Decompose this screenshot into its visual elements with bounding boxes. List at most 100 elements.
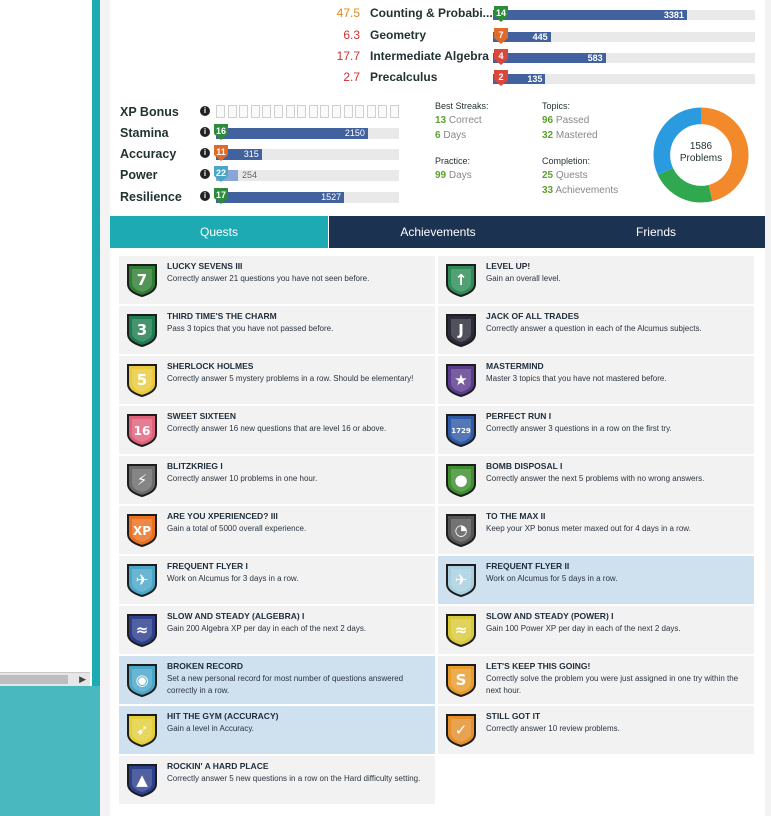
sweet-sixteen-badge-icon: 16 xyxy=(127,414,157,448)
xp-bonus-segment xyxy=(274,105,283,118)
quest-title: PERFECT RUN I xyxy=(486,411,552,421)
quest-card[interactable]: ↑ LEVEL UP! Gain an overall level. xyxy=(438,256,754,304)
archer-badge-icon: ➶ xyxy=(127,714,157,748)
svg-text:★: ★ xyxy=(454,371,467,389)
quest-card[interactable]: ≈ SLOW AND STEADY (ALGEBRA) I Gain 200 Alg… xyxy=(119,606,435,654)
subject-score: 47.5 xyxy=(336,6,360,20)
subject-row[interactable]: 2.7 Precalculus 135 2 xyxy=(330,70,770,86)
xp-bonus-segment xyxy=(216,105,225,118)
subject-row[interactable]: 17.7 Intermediate Algebra 583 4 xyxy=(330,49,770,65)
info-icon[interactable]: i xyxy=(200,191,210,201)
xp-bonus-segment xyxy=(285,105,295,118)
quest-card[interactable]: 3 THIRD TIME'S THE CHARM Pass 3 topics tha… xyxy=(119,306,435,354)
quest-card[interactable]: ★ MASTERMIND Master 3 topics that you have… xyxy=(438,356,754,404)
quest-description: Gain 100 Power XP per day in each of the… xyxy=(486,624,681,633)
quest-description: Keep your XP bonus meter maxed out for 4… xyxy=(486,524,691,533)
snake-badge-icon: S xyxy=(446,664,476,698)
quest-description: Gain an overall level. xyxy=(486,274,561,283)
info-icon[interactable]: i xyxy=(200,148,210,158)
profile-tabs: Quests Achievements Friends xyxy=(110,216,765,248)
quest-description: Correctly answer 10 review problems. xyxy=(486,724,620,733)
subject-xp-bar: 445 xyxy=(493,32,755,42)
quest-description: Gain a level in Accuracy. xyxy=(167,724,255,733)
quest-card[interactable]: 7 LUCKY SEVENS III Correctly answer 21 que… xyxy=(119,256,435,304)
tab-quests[interactable]: Quests xyxy=(110,216,328,248)
xp-bonus-segment xyxy=(343,105,353,118)
subject-xp-bar: 3381 xyxy=(493,10,755,20)
quest-card[interactable]: ✓ STILL GOT IT Correctly answer 10 review … xyxy=(438,706,754,754)
streak-days: 6 Days xyxy=(435,130,467,141)
gauge-badge-icon: ◔ xyxy=(446,514,476,548)
quest-title: ROCKIN' A HARD PLACE xyxy=(167,761,269,771)
subject-name: Intermediate Algebra xyxy=(370,49,489,63)
xp-bonus-segment xyxy=(250,105,260,118)
quest-card[interactable]: ✈ FREQUENT FLYER II Work on Alcumus for 5 … xyxy=(438,556,754,604)
quest-card[interactable]: ◉ BROKEN RECORD Set a new personal record … xyxy=(119,656,435,704)
quest-title: LET'S KEEP THIS GOING! xyxy=(486,661,591,671)
quest-description: Master 3 topics that you have not master… xyxy=(486,374,667,383)
svg-text:↑: ↑ xyxy=(455,271,468,289)
quest-card[interactable]: ◔ TO THE MAX II Keep your XP bonus meter m… xyxy=(438,506,754,554)
quest-card[interactable]: ● BOMB DISPOSAL I Correctly answer the nex… xyxy=(438,456,754,504)
power-bar: 254 xyxy=(216,170,399,181)
info-icon[interactable]: i xyxy=(200,169,210,179)
svg-text:◔: ◔ xyxy=(454,521,467,539)
horizontal-scrollbar[interactable]: ▶ xyxy=(0,672,90,686)
power-label: Power xyxy=(120,168,158,182)
quest-title: SLOW AND STEADY (ALGEBRA) I xyxy=(167,611,305,621)
scroll-right-arrow-icon[interactable]: ▶ xyxy=(79,674,86,685)
level-up-badge-icon: ↑ xyxy=(446,264,476,298)
quest-card[interactable]: ⚡ BLITZKRIEG I Correctly answer 10 problem… xyxy=(119,456,435,504)
xp-bonus-segment xyxy=(390,105,399,118)
svg-text:✈: ✈ xyxy=(136,571,149,589)
practice-heading: Practice: xyxy=(435,156,471,166)
svg-text:S: S xyxy=(456,671,467,689)
topics-heading: Topics: xyxy=(542,101,571,111)
xp-bonus-segment xyxy=(332,105,341,118)
perfect-run-badge-icon: 1729 xyxy=(446,414,476,448)
quest-card[interactable]: ≈ SLOW AND STEADY (POWER) I Gain 100 Power… xyxy=(438,606,754,654)
xp-bonus-segment xyxy=(366,105,376,118)
scrollbar-thumb[interactable] xyxy=(0,675,68,684)
accuracy-row: Accuracy i 315 11 xyxy=(120,145,400,163)
subject-row[interactable]: 6.3 Geometry 445 7 xyxy=(330,28,770,44)
record-badge-icon: ◉ xyxy=(127,664,157,698)
magnifier-badge-icon: 5 xyxy=(127,364,157,398)
info-icon[interactable]: i xyxy=(200,127,210,137)
svg-text:●: ● xyxy=(454,471,467,489)
subject-row[interactable]: 47.5 Counting & Probabi... 3381 14 xyxy=(330,6,770,22)
quest-title: TO THE MAX II xyxy=(486,511,546,521)
quest-title: ARE YOU XPERIENCED? III xyxy=(167,511,278,521)
subject-score: 2.7 xyxy=(343,70,360,84)
svg-text:16: 16 xyxy=(134,424,151,438)
quest-card[interactable]: S LET'S KEEP THIS GOING! Correctly solve t… xyxy=(438,656,754,704)
quest-card[interactable]: ▲ ROCKIN' A HARD PLACE Correctly answer 5 … xyxy=(119,756,435,804)
quest-card[interactable]: 5 SHERLOCK HOLMES Correctly answer 5 myste… xyxy=(119,356,435,404)
quest-card[interactable]: XP ARE YOU XPERIENCED? III Gain a total of… xyxy=(119,506,435,554)
streak-correct: 13 Correct xyxy=(435,115,482,126)
svg-text:J: J xyxy=(457,321,464,339)
quest-card[interactable]: 16 SWEET SIXTEEN Correctly answer 16 new q… xyxy=(119,406,435,454)
info-icon[interactable]: i xyxy=(200,106,210,116)
completion-heading: Completion: xyxy=(542,156,591,166)
xp-bonus-label: XP Bonus xyxy=(120,105,179,119)
tab-achievements[interactable]: Achievements xyxy=(329,216,547,248)
svg-text:5: 5 xyxy=(137,371,147,389)
stamina-bar-fill: 2150 xyxy=(216,128,368,139)
xp-bonus-segment xyxy=(355,105,365,118)
quest-description: Correctly answer 16 new questions that a… xyxy=(167,424,387,433)
quest-card[interactable]: 1729 PERFECT RUN I Correctly answer 3 ques… xyxy=(438,406,754,454)
xp-badge-icon: XP xyxy=(127,514,157,548)
quest-card[interactable]: ➶ HIT THE GYM (ACCURACY) Gain a level in A… xyxy=(119,706,435,754)
clover-badge-icon: 3 xyxy=(127,314,157,348)
quest-card[interactable]: J JACK OF ALL TRADES Correctly answer a qu… xyxy=(438,306,754,354)
xp-bonus-segment xyxy=(262,105,272,118)
quest-title: LUCKY SEVENS III xyxy=(167,261,243,271)
lucky-seven-badge-icon: 7 xyxy=(127,264,157,298)
tab-friends[interactable]: Friends xyxy=(547,216,765,248)
quest-description: Correctly answer 5 mystery problems in a… xyxy=(167,374,414,383)
svg-text:➶: ➶ xyxy=(136,721,149,739)
quest-card[interactable]: ✈ FREQUENT FLYER I Work on Alcumus for 3 d… xyxy=(119,556,435,604)
resilience-bar-fill: 1527 xyxy=(216,192,345,203)
quest-title: BOMB DISPOSAL I xyxy=(486,461,563,471)
